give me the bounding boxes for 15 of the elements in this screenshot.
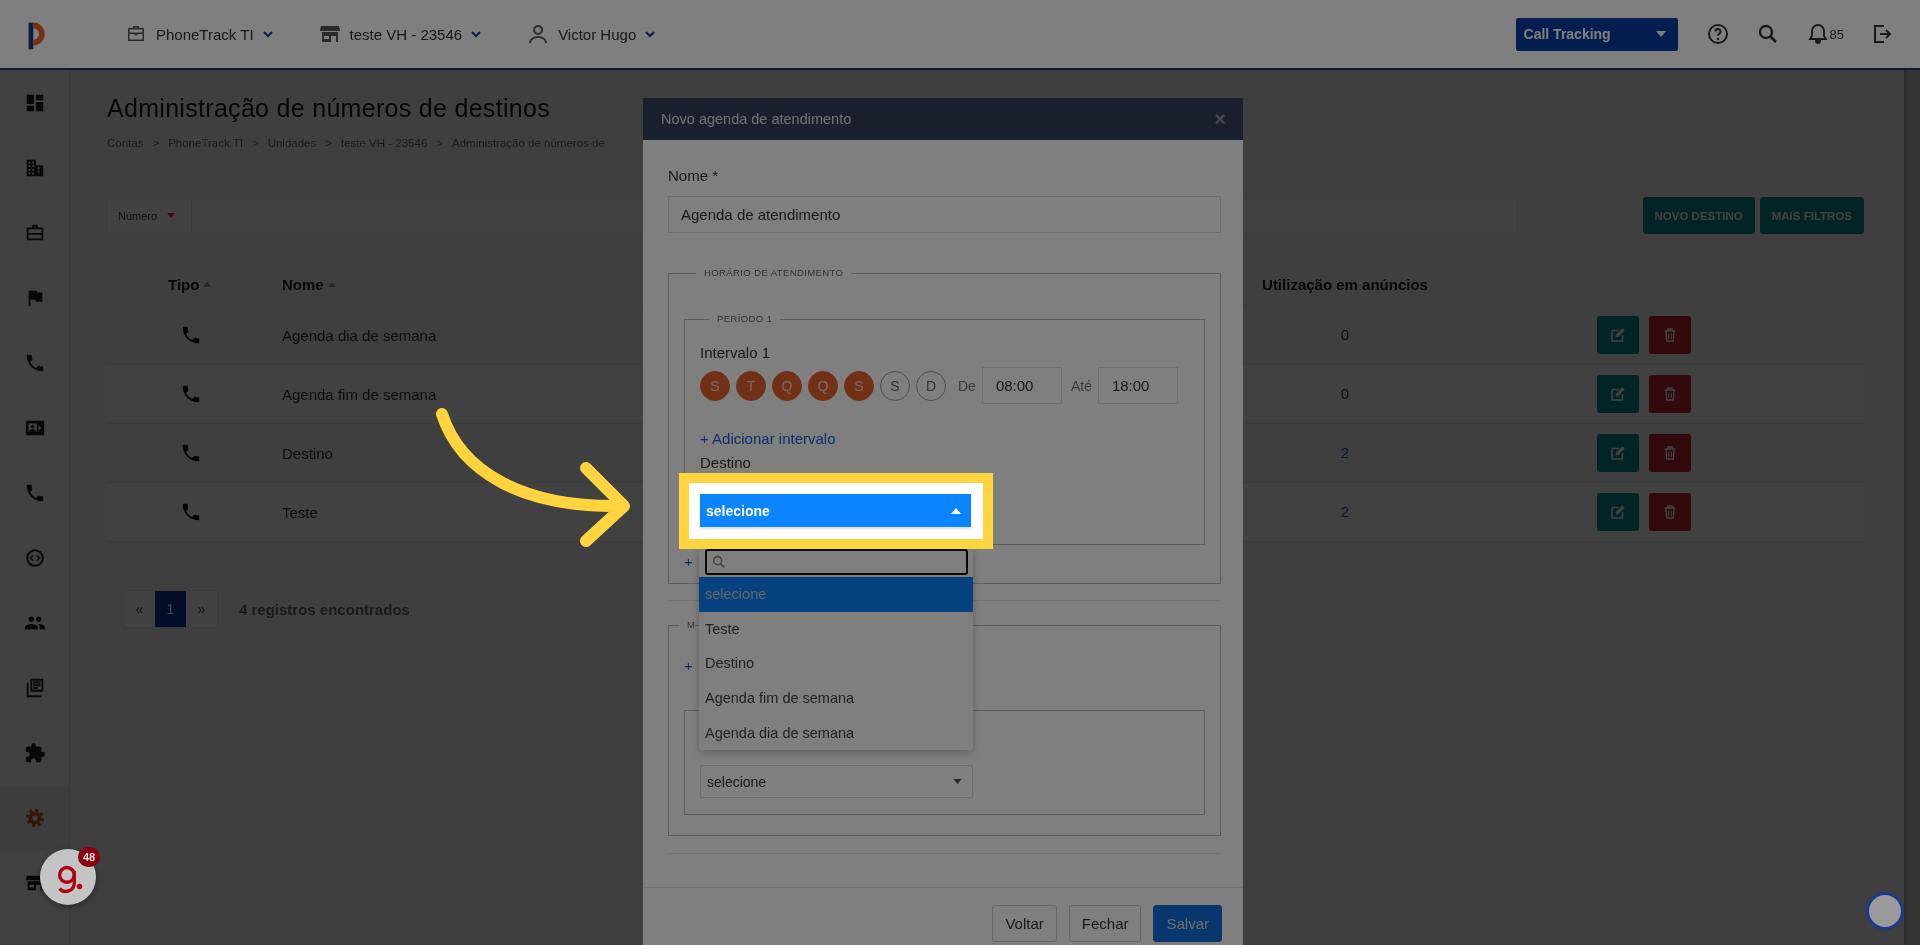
fieldset-legend: M	[679, 619, 696, 631]
field-label: Destino	[700, 453, 752, 473]
breadcrumb-separator: >	[152, 136, 160, 151]
breadcrumb-separator: >	[325, 136, 332, 151]
notification-badge: 48	[78, 847, 100, 867]
modal-title: Novo agenda de atendimento	[661, 111, 852, 127]
breadcrumb-separator: >	[436, 136, 443, 151]
interval-label: Intervalo 1	[700, 343, 772, 363]
field-label: Até	[1070, 377, 1092, 394]
fieldset-legend: HORÁRIO DE ATENDIMENTO	[696, 267, 852, 279]
field-label: De	[958, 377, 976, 394]
field-label: Nome *	[668, 166, 720, 186]
fieldset-legend: PERÍODO 1	[709, 313, 781, 325]
page-title: Administração de números de destinos	[107, 93, 550, 123]
breadcrumb-separator: >	[251, 136, 259, 151]
